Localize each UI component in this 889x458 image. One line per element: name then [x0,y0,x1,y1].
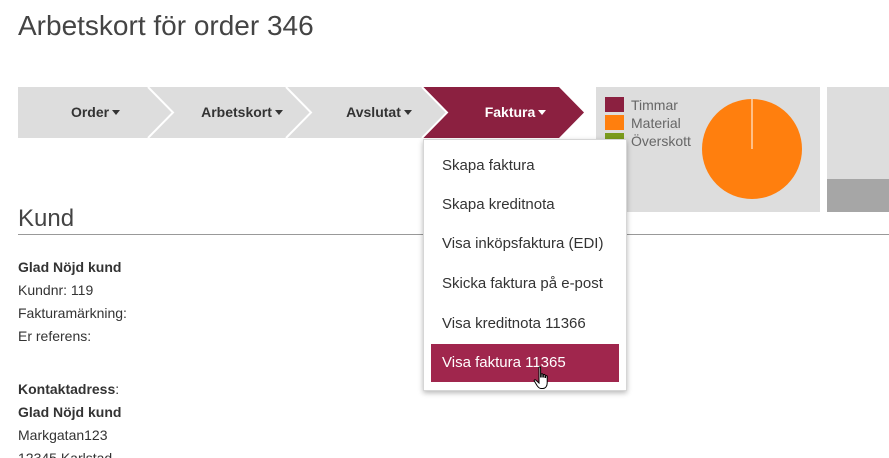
page-title: Arbetskort för order 346 [18,10,314,41]
legend-item-timmar: Timmar [605,97,691,115]
legend-item-material: Material [605,115,691,133]
customer-name: Glad Nöjd kund [18,259,122,275]
customer-info: Glad Nöjd kund Kundnr: 119 Fakturamärkni… [18,256,127,348]
legend-label: Material [631,115,681,131]
step-avslutat-label: Avslutat [346,104,401,120]
menu-item-skicka-faktura-epost[interactable]: Skicka faktura på e-post [431,265,619,303]
step-faktura-label: Faktura [484,104,536,120]
legend-swatch [605,115,624,130]
menu-item-visa-inkopsfaktura[interactable]: Visa inköpsfaktura (EDI) [431,225,619,263]
contact-street: Markgatan123 [18,427,108,443]
caret-down-icon [403,110,412,115]
caret-down-icon [274,110,283,115]
hand-pointer-icon [533,366,548,389]
section-heading-kund: Kund [18,205,75,232]
step-faktura[interactable]: Faktura [422,87,584,138]
side-panel-bar [827,179,889,212]
menu-item-visa-kreditnota[interactable]: Visa kreditnota 11366 [431,305,619,343]
contact-name: Glad Nöjd kund [18,404,122,420]
customer-number: Kundnr: 119 [18,282,94,298]
side-panel [827,87,889,212]
contact-address-label: Kontaktadress [18,381,116,397]
invoice-marking: Fakturamärkning: [18,305,127,321]
menu-item-visa-faktura[interactable]: Visa faktura 11365 [431,344,619,382]
cost-chart-panel: Timmar Material Överskott [596,87,820,212]
caret-down-icon [538,110,547,115]
contact-address: Kontaktadress: Glad Nöjd kund Markgatan1… [18,378,121,458]
contact-city: 12345 Karlstad [18,450,113,458]
step-order-label: Order [70,104,110,120]
step-arbetskort-label: Arbetskort [201,104,272,120]
your-reference: Er referens: [18,328,92,344]
legend-label: Överskott [631,133,691,149]
pie-chart [702,99,802,199]
step-navigation: Order Arbetskort Avslutat Faktura [18,87,584,138]
menu-item-skapa-kreditnota[interactable]: Skapa kreditnota [431,186,619,224]
menu-item-skapa-faktura[interactable]: Skapa faktura [431,147,619,185]
caret-down-icon [112,110,121,115]
faktura-dropdown-menu: Skapa faktura Skapa kreditnota Visa inkö… [423,139,627,391]
legend-swatch [605,97,624,112]
contact-address-colon: : [115,381,120,397]
legend-label: Timmar [631,97,678,113]
